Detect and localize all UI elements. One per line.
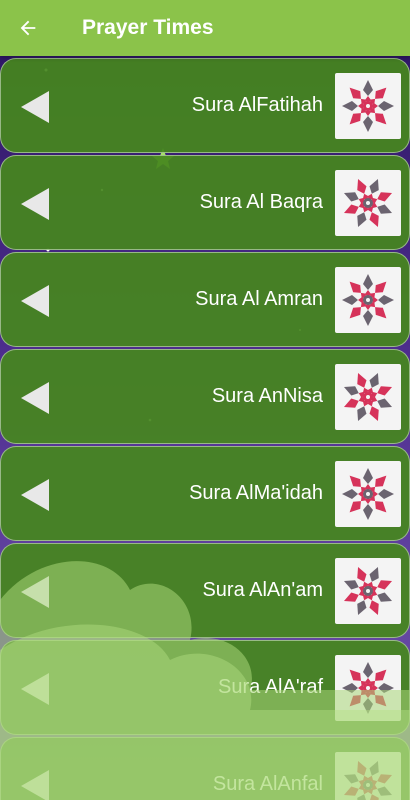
sura-list-item[interactable]: Sura AnNisa <box>0 349 410 444</box>
sura-name: Sura Al Baqra <box>199 191 323 213</box>
islamic-pattern-icon <box>335 364 401 430</box>
islamic-pattern-icon <box>335 170 401 236</box>
sura-list-item[interactable]: Sura Al Amran <box>0 252 410 347</box>
sura-list-item[interactable]: Sura AlAn'am <box>0 543 410 638</box>
sura-list-item[interactable]: Sura AlAnfal <box>0 737 410 800</box>
sura-list-item[interactable]: Sura AlFatihah <box>0 58 410 153</box>
play-left-icon[interactable] <box>19 671 51 707</box>
sura-list: Sura AlFatihah Sura Al Baqra Sura Al Amr… <box>0 58 410 800</box>
play-left-icon[interactable] <box>19 380 51 416</box>
sura-name: Sura AlFatihah <box>191 94 323 116</box>
play-left-icon[interactable] <box>19 768 51 800</box>
play-left-icon[interactable] <box>19 283 51 319</box>
page-title: Prayer Times <box>82 16 214 39</box>
sura-list-item[interactable]: Sura AlA'raf <box>0 640 410 735</box>
islamic-pattern-icon <box>335 752 401 800</box>
play-left-icon[interactable] <box>19 477 51 513</box>
app-bar: Prayer Times <box>0 0 410 56</box>
arrow-left-icon <box>20 20 36 36</box>
islamic-pattern-icon <box>335 558 401 624</box>
sura-list-item[interactable]: Sura Al Baqra <box>0 155 410 250</box>
sura-name: Sura AlMa'idah <box>189 482 323 504</box>
back-button[interactable] <box>0 0 56 56</box>
sura-name: Sura AlAnfal <box>212 773 323 795</box>
sura-name: Sura AnNisa <box>211 385 323 407</box>
islamic-pattern-icon <box>335 267 401 333</box>
play-left-icon[interactable] <box>19 89 51 125</box>
sura-list-item[interactable]: Sura AlMa'idah <box>0 446 410 541</box>
islamic-pattern-icon <box>335 655 401 721</box>
play-left-icon[interactable] <box>19 186 51 222</box>
play-left-icon[interactable] <box>19 574 51 610</box>
islamic-pattern-icon <box>335 73 401 139</box>
sura-name: Sura AlA'raf <box>218 676 323 698</box>
sura-name: Sura Al Amran <box>195 288 323 310</box>
sura-name: Sura AlAn'am <box>202 579 323 601</box>
islamic-pattern-icon <box>335 461 401 527</box>
